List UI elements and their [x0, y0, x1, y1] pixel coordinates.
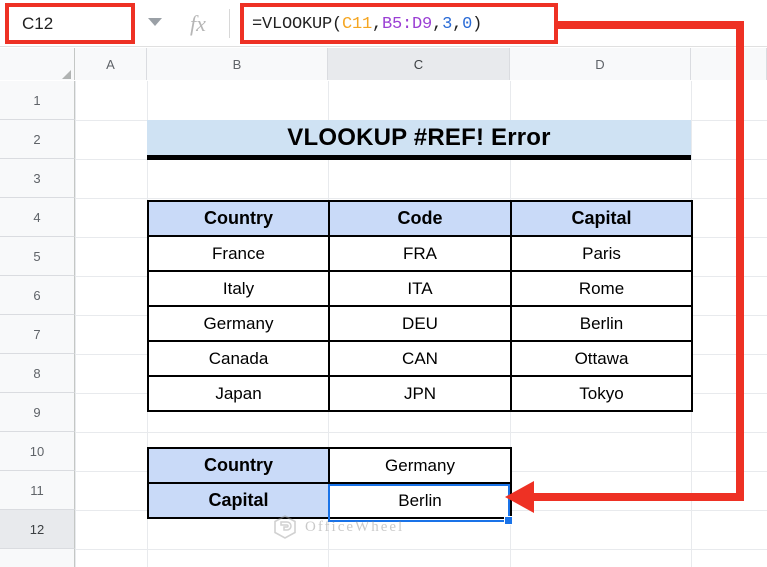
main-table-cell[interactable]: Canada [147, 340, 330, 377]
table-row: Canada CAN Ottawa [147, 340, 693, 377]
formula-token-5: 3 [442, 14, 453, 34]
row-header-7[interactable]: 7 [0, 315, 75, 354]
row-header-12[interactable]: 12 [0, 510, 75, 549]
column-header-a[interactable]: A [75, 48, 147, 80]
row-header-10[interactable]: 10 [0, 432, 75, 471]
formula-token-6: , [452, 14, 463, 34]
fill-handle[interactable] [504, 516, 513, 525]
formula-token-2: , [372, 14, 383, 34]
main-table-cell[interactable]: FRA [328, 235, 512, 272]
fx-icon: fx [190, 11, 206, 36]
spreadsheet-app: C12 fx =VLOOKUP(C11, B5:D9, 3, 0) ABCD 1234… [0, 0, 767, 567]
formula-token-7: 0 [462, 14, 473, 34]
main-table-cell[interactable]: Berlin [510, 305, 693, 342]
gridline-horizontal [75, 198, 767, 199]
main-table-cell[interactable]: France [147, 235, 330, 272]
main-table-cell[interactable]: Paris [510, 235, 693, 272]
gridline-horizontal [75, 432, 767, 433]
lookup-row: Country Germany [147, 447, 512, 484]
table-row: Italy ITA Rome [147, 270, 693, 307]
formula-token-8: ) [472, 14, 483, 34]
formula-bar-divider [229, 9, 230, 38]
row-header-9[interactable]: 9 [0, 393, 75, 432]
row-header-spacer [0, 549, 75, 567]
lookup-result-table: Country Germany Capital Berlin [147, 447, 512, 519]
column-header-c[interactable]: C [328, 48, 510, 80]
chevron-down-icon[interactable] [148, 18, 162, 26]
formula-token-1: C11 [342, 14, 373, 34]
watermark-text: OfficeWheel [305, 518, 405, 535]
main-table-header-cell[interactable]: Capital [510, 200, 693, 237]
main-table-cell[interactable]: Germany [147, 305, 330, 342]
main-table-cell[interactable]: Rome [510, 270, 693, 307]
main-table-cell[interactable]: Italy [147, 270, 330, 307]
select-all-icon [62, 70, 71, 79]
main-data-table: Country Code Capital France FRA Paris Italy ITA… [147, 200, 693, 412]
main-table-cell[interactable]: Tokyo [510, 375, 693, 412]
row-header-5[interactable]: 5 [0, 237, 75, 276]
main-table-cell[interactable]: ITA [328, 270, 512, 307]
table-row: France FRA Paris [147, 235, 693, 272]
lookup-label-cell[interactable]: Country [147, 447, 330, 484]
formula-bar: C12 fx =VLOOKUP(C11, B5:D9, 3, 0) [0, 0, 767, 47]
main-table-cell[interactable]: DEU [328, 305, 512, 342]
row-header-8[interactable]: 8 [0, 354, 75, 393]
row-header-4[interactable]: 4 [0, 198, 75, 237]
row-header-3[interactable]: 3 [0, 159, 75, 198]
gridline-horizontal [75, 549, 767, 550]
main-table-cell[interactable]: Japan [147, 375, 330, 412]
table-row: Japan JPN Tokyo [147, 375, 693, 412]
watermark: OfficeWheel [272, 512, 472, 542]
row-header-11[interactable]: 11 [0, 471, 75, 510]
main-table-cell[interactable]: Ottawa [510, 340, 693, 377]
main-table-header-cell[interactable]: Country [147, 200, 330, 237]
column-header-d[interactable]: D [510, 48, 691, 80]
column-header-spacer [691, 48, 767, 80]
row-header-1[interactable]: 1 [0, 81, 75, 120]
formula-input[interactable]: =VLOOKUP(C11, B5:D9, 3, 0) [252, 11, 482, 37]
name-box-highlight [5, 3, 135, 44]
formula-token-0: =VLOOKUP( [252, 14, 343, 34]
main-table-header-cell[interactable]: Code [328, 200, 512, 237]
officewheel-logo-icon [274, 515, 296, 539]
table-header-row: Country Code Capital [147, 200, 693, 237]
row-header-6[interactable]: 6 [0, 276, 75, 315]
formula-token-3: B5:D9 [382, 14, 433, 34]
gridline-vertical [75, 81, 76, 567]
main-table-cell[interactable]: CAN [328, 340, 512, 377]
title-banner: VLOOKUP #REF! Error [147, 120, 691, 160]
main-table-cell[interactable]: JPN [328, 375, 512, 412]
lookup-value-cell[interactable]: Germany [328, 447, 512, 484]
table-row: Germany DEU Berlin [147, 305, 693, 342]
column-header-b[interactable]: B [147, 48, 328, 80]
row-header-2[interactable]: 2 [0, 120, 75, 159]
formula-token-4: , [432, 14, 443, 34]
